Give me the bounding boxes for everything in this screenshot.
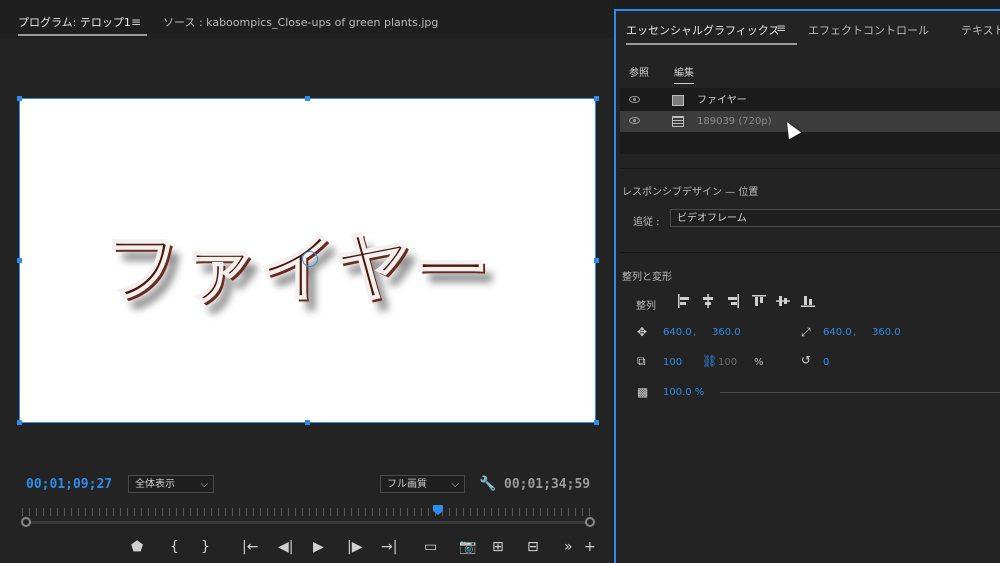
subtab-edit[interactable]: 編集 (674, 64, 694, 84)
rotation-icon: ↺ (801, 353, 812, 367)
chevron-down-icon: ⌵ (451, 479, 459, 490)
program-tab-bar: プログラム: テロップ1 ≡ ソース : kaboompics_Close-up… (0, 0, 612, 38)
scale-value[interactable]: 100 (663, 357, 682, 368)
timeline-ruler[interactable] (21, 505, 595, 527)
quality-select[interactable]: フル画質 ⌵ (380, 475, 465, 493)
tab-text[interactable]: テキスト (961, 22, 1000, 38)
transform-handle[interactable] (17, 420, 22, 425)
align-right-icon[interactable] (726, 294, 740, 308)
add-marker-icon[interactable]: ⬟ (131, 539, 143, 555)
eye-icon[interactable] (629, 96, 640, 103)
divider (620, 168, 1000, 169)
transform-handle[interactable] (305, 96, 310, 101)
duration-timecode: 00;01;34;59 (504, 477, 591, 492)
title-text-graphic[interactable]: ファイヤー (102, 228, 523, 310)
anchor-x-value[interactable]: 640.0 (823, 327, 852, 338)
align-top-icon[interactable] (752, 294, 766, 308)
mark-in-icon[interactable]: { (170, 539, 179, 555)
responsive-design-label: レスポンシブデザイン — 位置 (622, 187, 759, 198)
anchor-comma: , (853, 327, 857, 338)
layer-item-text[interactable]: ファイヤー (620, 90, 1000, 111)
go-to-in-icon[interactable]: |← (242, 539, 258, 555)
align-center-h-icon[interactable] (701, 294, 715, 308)
scale-percent: % (754, 357, 764, 368)
ruler-ticks (22, 508, 592, 516)
zoom-select[interactable]: 全体表示 ⌵ (128, 475, 214, 493)
position-y-value[interactable]: 360.0 (712, 327, 741, 338)
program-monitor-panel: プログラム: テロップ1 ≡ ソース : kaboompics_Close-up… (0, 0, 612, 563)
panel-menu-icon[interactable]: ≡ (131, 15, 141, 29)
position-icon: ✥ (637, 325, 648, 339)
quality-select-value: フル画質 (387, 479, 427, 490)
layer-item-clip[interactable]: 189039 (720p) (620, 111, 1000, 132)
scale-icon: ⧉ (637, 354, 646, 368)
follow-select-value: ビデオフレーム (677, 213, 747, 224)
more-controls-icon[interactable]: » (564, 539, 573, 555)
go-to-out-icon[interactable]: →| (381, 539, 397, 555)
transform-handle[interactable] (594, 96, 599, 101)
opacity-icon: ▩ (637, 385, 649, 399)
text-layer-icon (672, 95, 684, 106)
transform-handle[interactable] (17, 258, 22, 263)
transform-handle[interactable] (305, 420, 310, 425)
layer-name: 189039 (720p) (697, 116, 772, 127)
transform-handle[interactable] (594, 258, 599, 263)
clip-layer-icon (672, 116, 684, 127)
follow-label: 追従 : (633, 217, 660, 228)
zoom-handle-right[interactable] (585, 517, 595, 527)
tab-program[interactable]: プログラム: テロップ1 (18, 16, 147, 36)
panel-menu-icon[interactable]: ≡ (776, 21, 786, 35)
anchor-y-value[interactable]: 360.0 (872, 327, 901, 338)
play-icon[interactable]: ▶ (313, 539, 324, 555)
step-forward-icon[interactable]: |▶ (347, 539, 362, 555)
eye-icon[interactable] (629, 117, 640, 124)
insert-icon[interactable]: ⊞ (492, 539, 504, 555)
program-monitor-viewer[interactable]: ファイヤー (19, 98, 596, 423)
follow-select[interactable]: ビデオフレーム (670, 209, 1000, 227)
current-timecode[interactable]: 00;01;09;27 (26, 477, 112, 492)
divider (620, 252, 1000, 253)
zoom-scroll-track[interactable] (22, 521, 592, 524)
camera-icon[interactable]: 📷 (459, 539, 476, 555)
zoom-select-value: 全体表示 (135, 479, 175, 490)
wrench-icon[interactable]: 🔧 (479, 476, 496, 492)
position-x-value[interactable]: 640.0 (663, 327, 692, 338)
button-editor-icon[interactable]: + (584, 539, 596, 555)
anchor-point-icon: ⤢ (801, 325, 811, 339)
tab-effect-controls[interactable]: エフェクトコントロール (808, 22, 929, 38)
link-icon[interactable]: ⛓ (702, 354, 717, 368)
tab-source[interactable]: ソース : kaboompics_Close-ups of green plan… (163, 16, 438, 30)
tab-essential-graphics[interactable]: エッセンシャルグラフィックス (626, 22, 798, 45)
zoom-handle-left[interactable] (21, 517, 31, 527)
transform-handle[interactable] (594, 420, 599, 425)
position-comma: , (693, 327, 697, 338)
align-center-v-icon[interactable] (776, 294, 790, 308)
mark-out-icon[interactable]: } (201, 539, 210, 555)
align-transform-label: 整列と変形 (622, 272, 672, 283)
opacity-slider[interactable] (720, 392, 1000, 393)
rotation-value[interactable]: 0 (823, 357, 829, 368)
scale-linked-value: 100 (718, 357, 738, 368)
align-label: 整列 (636, 301, 656, 312)
subtab-browse[interactable]: 参照 (629, 64, 649, 79)
layer-name: ファイヤー (697, 95, 747, 106)
align-left-icon[interactable] (677, 294, 691, 308)
opacity-value[interactable]: 100.0 % (663, 387, 704, 398)
overwrite-icon[interactable]: ⊟ (527, 539, 539, 555)
step-back-icon[interactable]: ◀| (278, 539, 293, 555)
chevron-down-icon: ⌵ (200, 479, 208, 490)
transform-handle[interactable] (17, 96, 22, 101)
safe-margins-icon[interactable]: ▭ (424, 539, 437, 555)
align-bottom-icon[interactable] (801, 294, 815, 308)
anchor-point-crosshair[interactable] (302, 251, 318, 267)
